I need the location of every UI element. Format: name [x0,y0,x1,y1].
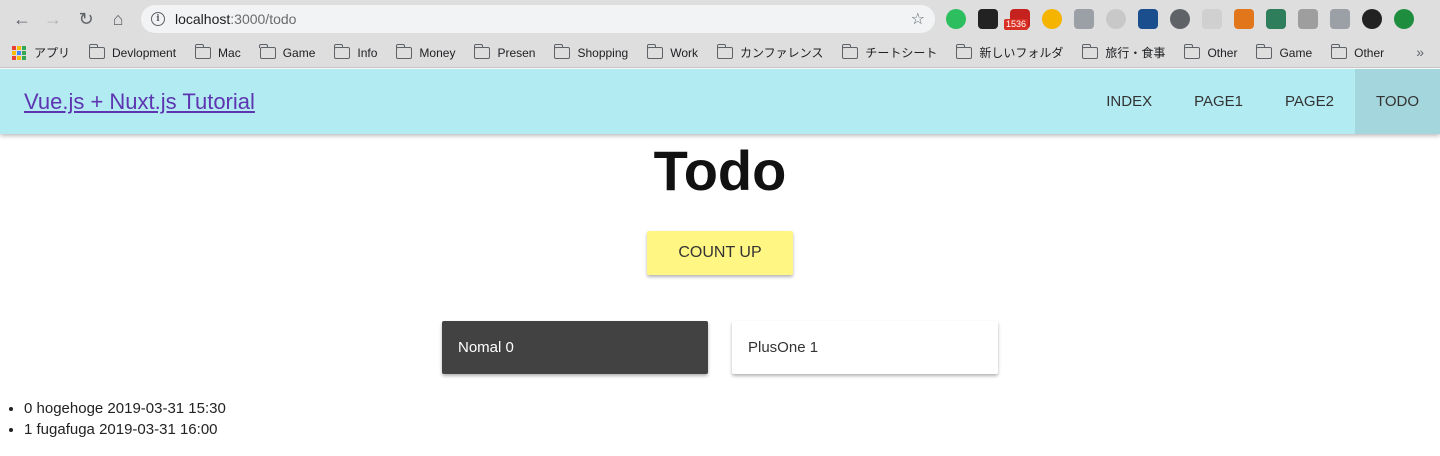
folder-icon [88,43,106,59]
folder-icon [716,43,733,59]
nav-item-page1[interactable]: PAGE1 [1173,69,1264,134]
mail-count-badge: 1536 [1004,19,1029,30]
browser-toolbar: ← → ↻ ⌂ i localhost:3000/todo ☆ 1536 [0,0,1440,38]
folder-icon [1184,43,1201,59]
app-header: Vue.js + Nuxt.js Tutorial INDEX PAGE1 PA… [0,69,1440,134]
bookmark-folder[interactable]: Other [1184,43,1237,60]
page-title: Todo [653,139,787,202]
folder-icon [259,43,276,59]
cast-icon[interactable] [1330,9,1350,29]
count-up-button[interactable]: COUNT UP [647,231,793,275]
bookmarks-overflow-icon[interactable]: » [1416,44,1424,60]
save-extension-icon[interactable] [1138,9,1158,29]
update-icon[interactable] [1394,9,1414,29]
extensions-area: 1536 [946,9,1414,30]
forward-arrow-icon[interactable]: → [37,3,69,35]
brand-link[interactable]: Vue.js + Nuxt.js Tutorial [24,89,255,115]
info-icon[interactable]: i [151,12,165,26]
bookmark-folder[interactable]: Game [1256,43,1312,60]
apps-grid-icon [12,45,26,60]
bookmark-star-icon[interactable]: ☆ [911,9,925,29]
bookmark-folder[interactable]: Work [646,43,698,60]
bookmark-folder[interactable]: Shopping [554,43,628,60]
folder-icon [194,43,212,59]
vue-devtools-icon[interactable] [1266,9,1286,29]
bookmark-folder[interactable]: チートシート [841,43,937,61]
bookmark-folder[interactable]: Info [334,43,377,60]
evernote-icon[interactable] [946,9,966,29]
url-text[interactable]: localhost:3000/todo [175,11,296,27]
bookmark-folder[interactable]: Other [1330,43,1384,60]
nav-item-todo[interactable]: TODO [1354,69,1440,134]
folder-icon [1256,43,1273,59]
list-item: 1 fugafuga 2019-03-31 16:00 [24,419,226,440]
folder-icon [474,43,491,59]
chat-extension-icon[interactable] [1106,9,1126,29]
folder-icon [396,43,413,59]
metamask-icon[interactable] [1234,9,1254,29]
plus-one-counter-card: PlusOne 1 [732,321,998,374]
nav-item-index[interactable]: INDEX [1085,69,1173,134]
folder-icon [841,43,859,59]
drive-extension-icon[interactable] [1298,9,1318,29]
folder-icon [956,43,973,59]
bookmarks-bar: アプリ Devlopment Mac Game Info Money Prese… [0,38,1440,68]
list-item: 0 hogehoge 2019-03-31 15:30 [24,398,226,419]
folder-icon [554,43,571,59]
address-bar[interactable]: i localhost:3000/todo ☆ [141,5,935,33]
star-extension-icon[interactable] [1042,9,1062,29]
todo-list: 0 hogehoge 2019-03-31 15:30 1 fugafuga 2… [24,398,226,440]
grid-extension-icon[interactable] [978,9,998,29]
bookmark-apps[interactable]: アプリ [12,44,70,61]
bookmark-folder[interactable]: 旅行・食事 [1082,43,1165,61]
bookmark-folder[interactable]: Devlopment [88,43,176,60]
folder-icon [334,43,351,59]
nav-menu: INDEX PAGE1 PAGE2 TODO [1085,69,1440,134]
gmail-icon[interactable]: 1536 [1004,9,1030,30]
back-arrow-icon[interactable]: ← [6,3,38,35]
arrow-extension-icon[interactable] [1202,9,1222,29]
bookmark-folder[interactable]: Presen [474,43,535,60]
nav-item-page2[interactable]: PAGE2 [1264,69,1355,134]
home-icon[interactable]: ⌂ [102,3,134,35]
am-extension-icon[interactable] [1362,9,1382,29]
line-extension-icon[interactable] [1170,9,1190,29]
folder-icon [646,43,664,59]
bookmark-folder[interactable]: Money [396,43,455,60]
bookmark-folder[interactable]: Game [259,43,315,60]
download-extension-icon[interactable] [1074,9,1094,29]
bookmark-folder[interactable]: 新しいフォルダ [956,43,1063,61]
reload-icon[interactable]: ↻ [70,3,102,35]
bookmark-folder[interactable]: Mac [194,43,241,60]
folder-icon [1330,43,1348,59]
normal-counter-card: Nomal 0 [442,321,708,374]
folder-icon [1082,43,1099,59]
bookmark-folder[interactable]: カンファレンス [716,43,823,61]
